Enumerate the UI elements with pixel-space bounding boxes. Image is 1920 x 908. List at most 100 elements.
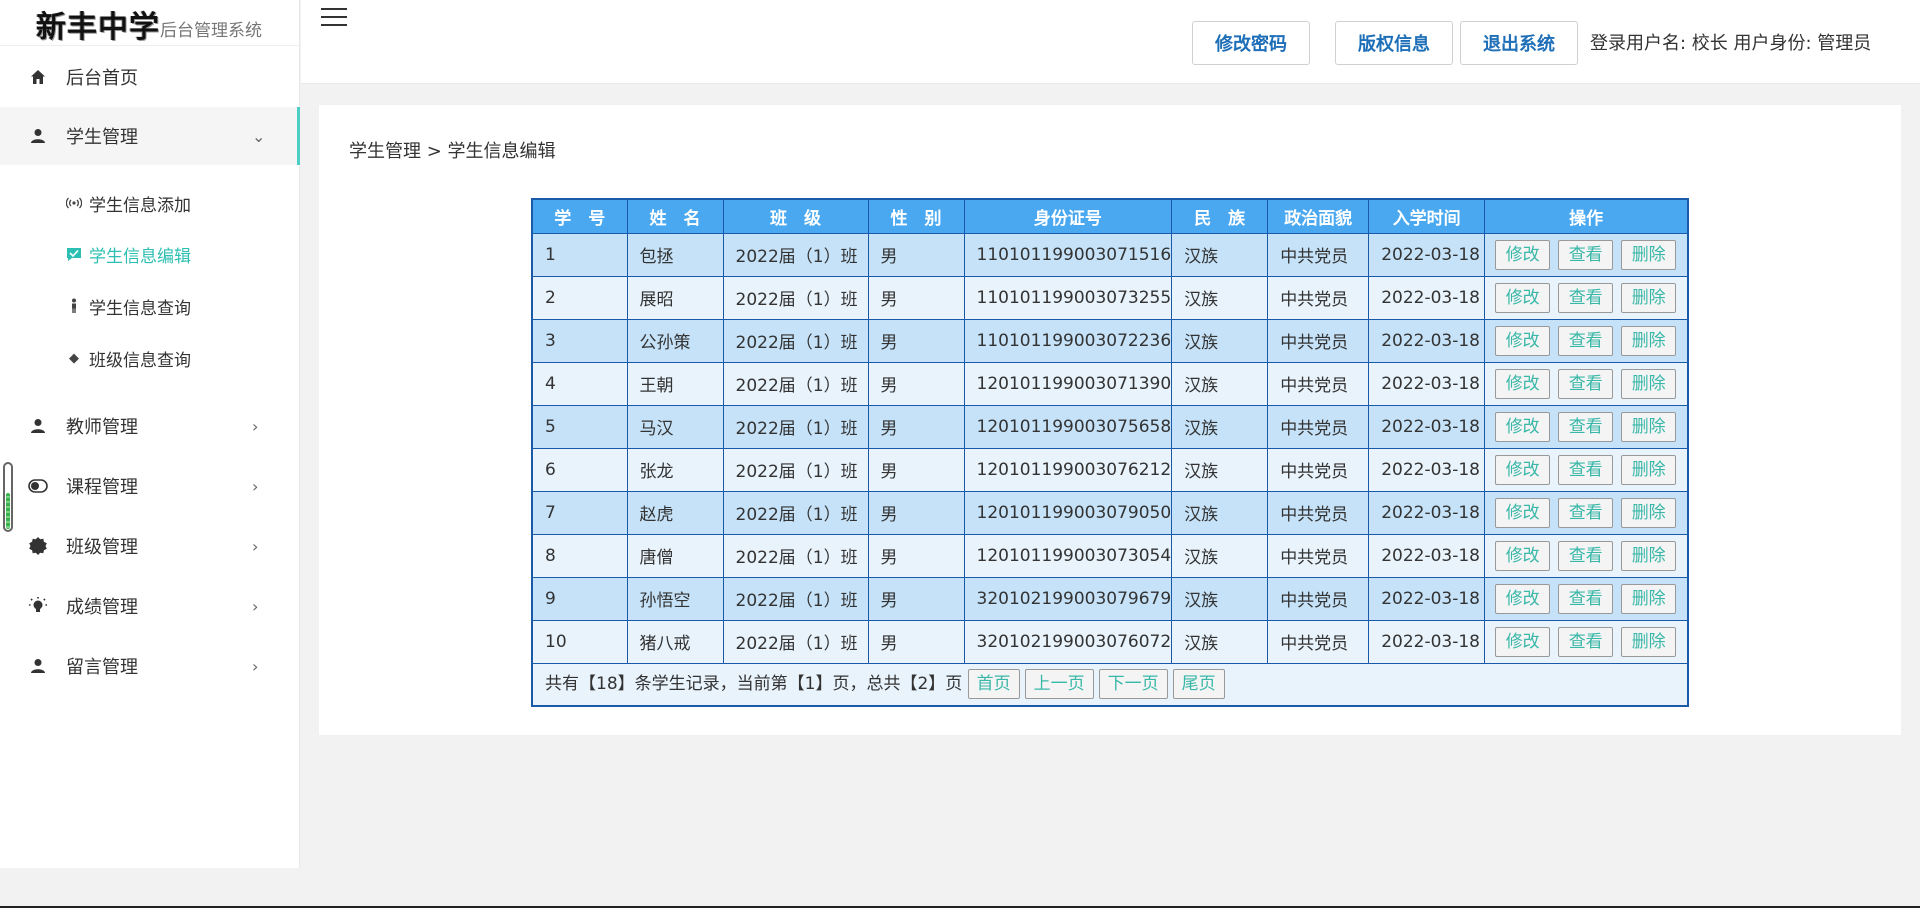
enroll-date-cell: 2022-03-18 [1368,490,1486,535]
sub-item-student-add[interactable]: 学生信息添加 [0,183,300,223]
name-cell: 张龙 [626,447,724,492]
class-cell: 2022届（1）班 [722,361,869,406]
nav-item-teacher[interactable]: 教师管理 › [0,400,300,452]
delete-button[interactable]: 删除 [1621,583,1677,614]
first-page-button[interactable]: 首页 [967,669,1020,700]
view-button[interactable]: 查看 [1558,325,1614,356]
scrollbar-handle[interactable] [3,462,13,532]
chevron-down-icon: ⌄ [252,126,266,146]
political-cell: 中共党员 [1267,447,1370,492]
next-page-button[interactable]: 下一页 [1098,669,1168,700]
delete-button[interactable]: 删除 [1621,454,1677,485]
delete-button[interactable]: 删除 [1621,325,1677,356]
class-cell: 2022届（1）班 [722,533,869,578]
column-header: 政治面貌 [1267,198,1370,234]
last-page-button[interactable]: 尾页 [1172,669,1225,700]
delete-button[interactable]: 删除 [1621,411,1677,442]
sub-item-student-edit[interactable]: 学生信息编辑 [0,234,300,274]
delete-button[interactable]: 删除 [1621,540,1677,571]
scroll-fill [6,493,10,529]
sub-item-class-query[interactable]: ◆ 班级信息查询 [0,338,300,378]
chevron-right-icon: › [252,656,259,676]
nav-item-course[interactable]: 课程管理 › [0,460,300,512]
id-cell: 10 [531,619,628,664]
chevron-right-icon: › [252,476,259,496]
view-button[interactable]: 查看 [1558,282,1614,313]
political-cell: 中共党员 [1267,533,1370,578]
column-header: 性 别 [867,198,965,234]
idcard-cell: 120101199003076212 [963,447,1173,492]
main-content: 学生管理 > 学生信息编辑 学 号 姓 名 班 级 性 别 身份证号 民 族 政… [319,105,1901,735]
table-row: 7 赵虎 2022届（1）班男 120101199003079050 汉族 中共党员 202… [531,490,1689,535]
logout-button[interactable]: 退出系统 [1460,21,1578,65]
nav-item-student[interactable]: 学生管理 ⌄ [0,107,300,165]
badge-icon [28,536,48,556]
view-button[interactable]: 查看 [1558,583,1614,614]
column-header: 入学时间 [1368,198,1486,234]
idcard-cell: 120101199003079050 [963,490,1173,535]
view-button[interactable]: 查看 [1558,454,1614,485]
view-button[interactable]: 查看 [1558,540,1614,571]
nav-item-home[interactable]: 后台首页 [0,51,300,103]
edit-button[interactable]: 修改 [1495,626,1551,657]
menu-toggle-icon[interactable] [321,8,347,28]
gender-cell: 男 [867,490,965,535]
name-cell: 猪八戒 [626,619,724,664]
nav-item-label: 学生管理 [66,127,138,148]
table-row: 3 公孙策 2022届（1）班男 110101199003072236 汉族 中共党员 20… [531,318,1689,363]
chevron-right-icon: › [252,536,259,556]
change-password-button[interactable]: 修改密码 [1192,21,1310,65]
delete-button[interactable]: 删除 [1621,368,1677,399]
actions-cell: 修改 查看 删除 [1484,232,1689,277]
actions-cell: 修改 查看 删除 [1484,361,1689,406]
copyright-button[interactable]: 版权信息 [1335,21,1453,65]
column-header: 姓 名 [626,198,724,234]
edit-button[interactable]: 修改 [1495,239,1551,270]
edit-button[interactable]: 修改 [1495,540,1551,571]
nav-item-score[interactable]: 成绩管理 › [0,580,300,632]
delete-button[interactable]: 删除 [1621,239,1677,270]
table-row: 10 猪八戒 2022届（1）班男 320102199003076072 汉族 中共党员 2… [531,619,1689,664]
edit-button[interactable]: 修改 [1495,282,1551,313]
nav-item-message[interactable]: 留言管理 › [0,640,300,692]
political-cell: 中共党员 [1267,361,1370,406]
idcard-cell: 120101199003075658 [963,404,1173,449]
class-cell: 2022届（1）班 [722,490,869,535]
header: 修改密码 版权信息 退出系统 登录用户名: 校长 用户身份: 管理员 [301,0,1920,84]
edit-button[interactable]: 修改 [1495,583,1551,614]
view-button[interactable]: 查看 [1558,411,1614,442]
edit-button[interactable]: 修改 [1495,454,1551,485]
view-button[interactable]: 查看 [1558,368,1614,399]
view-button[interactable]: 查看 [1558,497,1614,528]
table-row: 8 唐僧 2022届（1）班男 120101199003073054 汉族 中共党员 202… [531,533,1689,578]
class-cell: 2022届（1）班 [722,232,869,277]
name-cell: 展昭 [626,275,724,320]
edit-button[interactable]: 修改 [1495,325,1551,356]
edit-button[interactable]: 修改 [1495,497,1551,528]
class-cell: 2022届（1）班 [722,318,869,363]
edit-button[interactable]: 修改 [1495,411,1551,442]
delete-button[interactable]: 删除 [1621,282,1677,313]
gender-cell: 男 [867,576,965,621]
prev-page-button[interactable]: 上一页 [1024,669,1094,700]
delete-button[interactable]: 删除 [1621,497,1677,528]
column-header: 学 号 [531,198,628,234]
record-summary: 共有【18】条学生记录，当前第【1】页，总共【2】页 [545,674,963,695]
view-button[interactable]: 查看 [1558,239,1614,270]
nav-item-class[interactable]: 班级管理 › [0,520,300,572]
class-cell: 2022届（1）班 [722,275,869,320]
ethnicity-cell: 汉族 [1171,576,1269,621]
table-row: 4 王朝 2022届（1）班男 120101199003071390 汉族 中共党员 202… [531,361,1689,406]
actions-cell: 修改 查看 删除 [1484,318,1689,363]
actions-cell: 修改 查看 删除 [1484,275,1689,320]
ethnicity-cell: 汉族 [1171,619,1269,664]
sub-item-label: 学生信息编辑 [89,246,191,267]
sub-item-student-query[interactable]: 学生信息查询 [0,286,300,326]
delete-button[interactable]: 删除 [1621,626,1677,657]
id-cell: 8 [531,533,628,578]
ethnicity-cell: 汉族 [1171,361,1269,406]
actions-cell: 修改 查看 删除 [1484,447,1689,492]
ethnicity-cell: 汉族 [1171,275,1269,320]
view-button[interactable]: 查看 [1558,626,1614,657]
edit-button[interactable]: 修改 [1495,368,1551,399]
